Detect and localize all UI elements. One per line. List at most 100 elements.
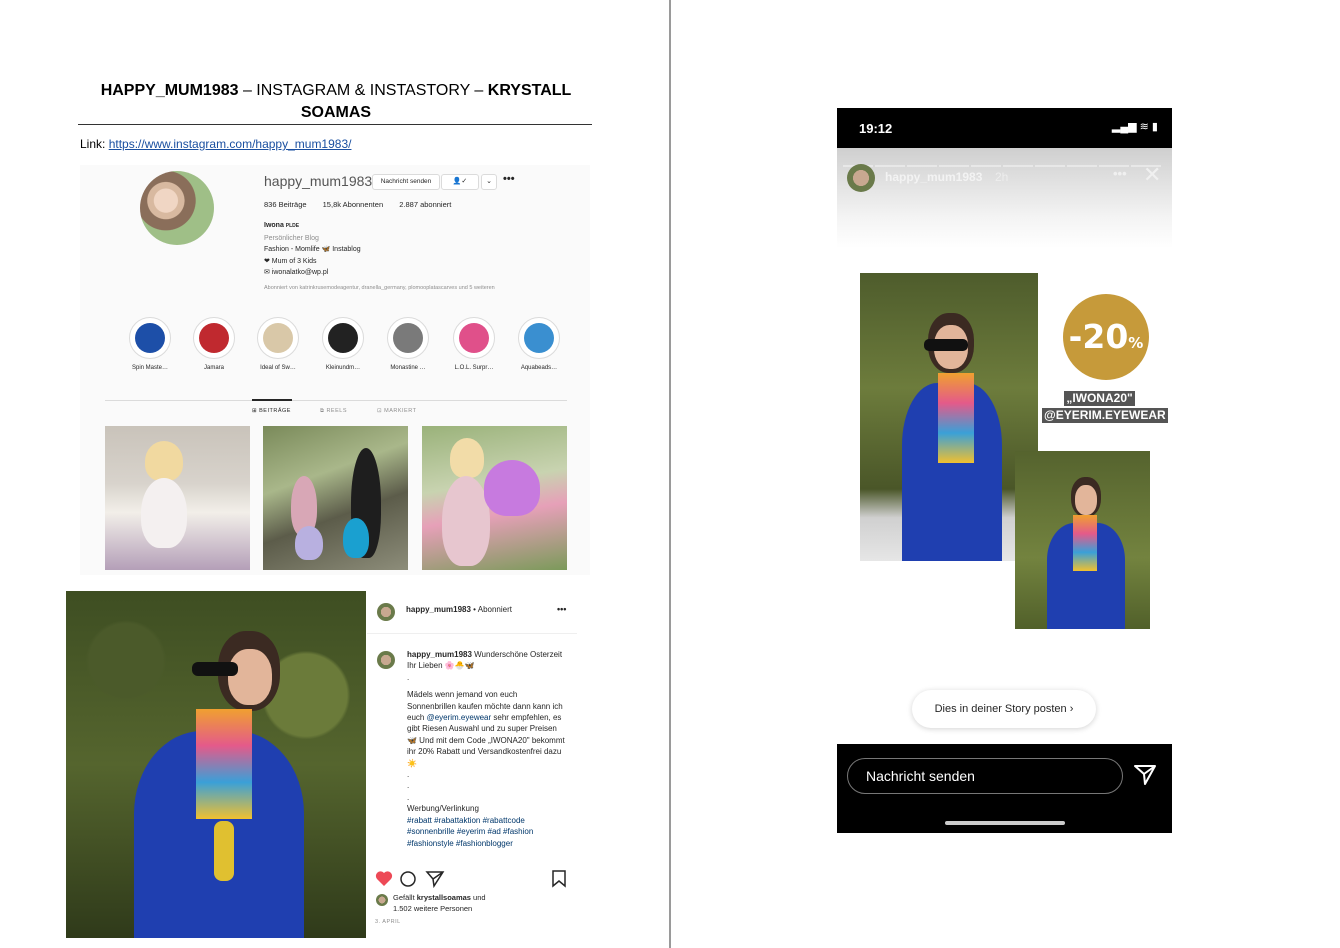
post-header: happy_mum1983 • Abonniert xyxy=(406,605,512,614)
grid-post-3[interactable] xyxy=(422,426,567,570)
caption-avatar[interactable] xyxy=(377,651,395,669)
post-to-story-button[interactable]: Dies in deiner Story posten › xyxy=(912,690,1096,728)
profile-link[interactable]: https://www.instagram.com/happy_mum1983/ xyxy=(109,137,352,151)
tab-posts[interactable]: ⊞ BEITRÄGE xyxy=(252,408,291,414)
bio-name: Iwona xyxy=(264,222,284,229)
post-author-avatar[interactable] xyxy=(377,603,395,621)
story-photo-secondary xyxy=(1015,451,1150,629)
bio-line-3: ✉ iwonalatko@wp.pl xyxy=(264,269,329,276)
status-bar: 19:12 ▂▄▆ ≋ ▮ xyxy=(837,108,1172,148)
grid-post-2[interactable] xyxy=(263,426,408,570)
brand-mention[interactable]: @EYERIM.EYEWEAR xyxy=(1042,408,1168,423)
highlight-icon xyxy=(199,323,229,353)
grid-post-1[interactable] xyxy=(105,426,250,570)
post-author[interactable]: happy_mum1983 xyxy=(406,605,471,614)
bio-category: Persönlicher Blog xyxy=(264,234,319,242)
instagram-profile-screenshot: happy_mum1983 Nachricht senden 👤✓ ⌄ ••• … xyxy=(80,165,590,575)
link-label: Link: xyxy=(80,137,109,151)
caption-ad-label: Werbung/Verlinkung xyxy=(407,804,479,814)
highlight-item[interactable]: Spin Maste… xyxy=(120,317,180,371)
message-input[interactable]: Nachricht senden xyxy=(847,758,1123,794)
followed-by[interactable]: Abonniert von katrinkrusemodeagentur, dr… xyxy=(264,285,495,291)
bio-line-1: Fashion - Momlife 🦋 Instablog xyxy=(264,246,361,253)
bio-line-2: ❤ Mum of 3 Kids xyxy=(264,257,317,265)
status-icons: ▂▄▆ ≋ ▮ xyxy=(1111,121,1158,133)
story-progress-bars xyxy=(843,154,1165,167)
highlight-label: Jamara xyxy=(203,365,224,371)
highlight-item[interactable]: Aquabeads… xyxy=(509,317,569,371)
highlight-icon xyxy=(459,323,489,353)
document-title: HAPPY_MUM1983 – INSTAGRAM & INSTASTORY –… xyxy=(80,80,592,124)
post-detail-panel: happy_mum1983 • Abonniert ••• happy_mum1… xyxy=(367,591,577,938)
tabs-divider xyxy=(105,400,567,401)
highlight-icon xyxy=(524,323,554,353)
send-icon[interactable] xyxy=(1133,764,1157,786)
liker-avatar[interactable] xyxy=(376,894,388,906)
posts-count[interactable]: 836 Beiträge xyxy=(264,200,307,209)
tab-reels[interactable]: ⧉ REELS xyxy=(320,408,347,415)
tab-tagged[interactable]: ⊡ MARKIERT xyxy=(377,408,416,414)
caption-hashtags[interactable]: #rabatt #rabattaktion #rabattcode #sonne… xyxy=(407,815,567,849)
highlight-icon xyxy=(393,323,423,353)
highlight-icon xyxy=(328,323,358,353)
post-follow-status: • Abonniert xyxy=(470,605,512,614)
highlight-icon xyxy=(135,323,165,353)
likes-user[interactable]: krystallsoamas xyxy=(417,893,471,902)
post-actions xyxy=(375,869,570,891)
home-indicator xyxy=(945,821,1065,825)
post-likes[interactable]: Gefällt krystallsoamas und 1.502 weitere… xyxy=(393,892,486,914)
likes-count[interactable]: 1.502 weitere Personen xyxy=(393,903,486,914)
highlight-label: Spin Maste… xyxy=(131,365,168,371)
title-underline xyxy=(78,124,592,125)
chevron-down-icon[interactable]: ⌄ xyxy=(481,174,497,190)
profile-avatar[interactable] xyxy=(140,171,214,245)
highlight-icon xyxy=(263,323,293,353)
page-divider xyxy=(669,0,671,948)
highlight-item[interactable]: Kleinundm… xyxy=(313,317,373,371)
story-more-icon[interactable]: ••• xyxy=(1113,166,1127,181)
active-tab-indicator xyxy=(252,399,292,401)
profile-username: happy_mum1983 xyxy=(264,173,373,189)
message-button[interactable]: Nachricht senden xyxy=(372,174,440,190)
highlight-label: L.O.L. Surpr… xyxy=(454,365,494,371)
story-header: happy_mum1983 2h ••• ✕ xyxy=(837,148,1172,248)
likes-prefix: Gefällt xyxy=(393,893,417,902)
comment-icon xyxy=(400,871,416,887)
link-line: Link: https://www.instagram.com/happy_mu… xyxy=(80,137,351,151)
post-date: 3. APRIL xyxy=(375,919,401,925)
bio-flag: PLDE xyxy=(285,223,300,229)
post-photo[interactable] xyxy=(66,591,366,938)
followers-count[interactable]: 15,8k Abonnenten xyxy=(323,200,383,209)
caption-author[interactable]: happy_mum1983 xyxy=(407,650,472,659)
status-time: 19:12 xyxy=(859,121,893,136)
highlight-item[interactable]: Ideal of Sw… xyxy=(248,317,308,371)
story-photo-main xyxy=(860,273,1038,561)
story-age: 2h xyxy=(995,170,1009,184)
discount-code: „IWONA20" xyxy=(1064,391,1135,406)
story-username[interactable]: happy_mum1983 xyxy=(885,170,982,184)
caption-dot: . xyxy=(407,781,410,791)
discount-value: -20 xyxy=(1068,317,1129,356)
highlight-item[interactable]: Monastine … xyxy=(378,317,438,371)
discount-unit: % xyxy=(1128,334,1144,352)
title-middle: – INSTAGRAM & INSTASTORY – xyxy=(238,82,488,99)
post-caption: happy_mum1983 Wunderschöne Osterzeit Ihr… xyxy=(407,649,567,849)
caption-dot: . xyxy=(407,792,410,802)
following-count[interactable]: 2.887 abonniert xyxy=(399,200,451,209)
highlight-label: Ideal of Sw… xyxy=(260,365,296,371)
more-options-icon[interactable]: ••• xyxy=(503,173,515,185)
likes-suffix: und xyxy=(470,893,486,902)
highlight-label: Kleinundm… xyxy=(325,365,361,371)
highlight-item[interactable]: L.O.L. Surpr… xyxy=(444,317,504,371)
story-avatar[interactable] xyxy=(847,164,875,192)
post-more-icon[interactable]: ••• xyxy=(557,604,566,614)
following-button[interactable]: 👤✓ xyxy=(441,174,479,190)
highlight-item[interactable]: Jamara xyxy=(184,317,244,371)
caption-mention[interactable]: @eyerim.eyewear xyxy=(427,713,492,722)
story-footer: Nachricht senden xyxy=(837,744,1172,833)
post-header-divider xyxy=(367,633,577,634)
story-highlights: Spin Maste… Jamara Ideal of Sw… Kleinund… xyxy=(120,317,570,377)
share-icon xyxy=(425,871,445,889)
close-icon[interactable]: ✕ xyxy=(1143,162,1161,188)
highlight-label: Aquabeads… xyxy=(520,365,558,371)
